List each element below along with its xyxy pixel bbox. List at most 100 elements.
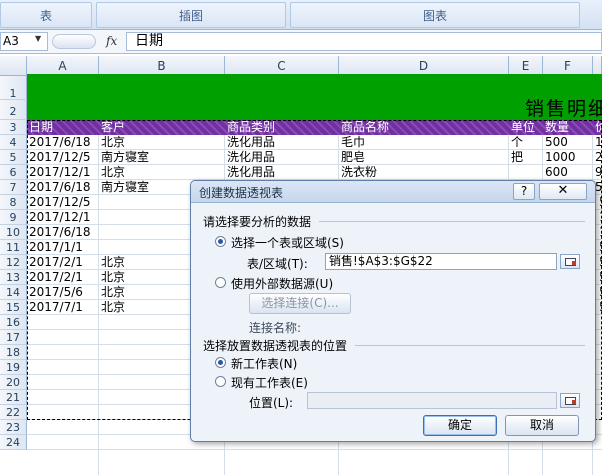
ribbon-group-charts[interactable]: 图表 [290, 2, 580, 28]
cell[interactable]: 毛巾 [339, 135, 509, 150]
column-header-c[interactable]: C [225, 56, 339, 76]
column-header-g[interactable] [593, 56, 602, 76]
row-header[interactable]: 13 [0, 270, 27, 285]
row-header[interactable]: 7 [0, 180, 27, 195]
ribbon-group-tables[interactable]: 表 [0, 2, 92, 28]
label-select-table[interactable]: 选择一个表或区域(S) [231, 234, 344, 251]
cell[interactable]: 1000 [543, 150, 593, 165]
cell[interactable]: 2017/2/1 [27, 270, 99, 285]
cell[interactable]: 个 [509, 135, 543, 150]
column-header-a[interactable]: A [27, 56, 99, 76]
radio-select-table[interactable] [215, 236, 226, 247]
ok-button[interactable]: 确定 [423, 415, 497, 436]
header-cell-customer[interactable]: 客户 [99, 120, 125, 135]
cell[interactable]: 2017/6/18 [27, 135, 99, 150]
row-header[interactable]: 14 [0, 285, 27, 300]
cell[interactable]: 500 [543, 135, 593, 150]
header-cell-quantity[interactable]: 数量 [543, 120, 569, 135]
insert-function-icon[interactable]: fx [106, 34, 117, 48]
cell[interactable]: 600 [543, 165, 593, 180]
cell[interactable]: 1 [597, 210, 602, 225]
cell[interactable]: 5 [597, 300, 602, 315]
location-input[interactable] [307, 392, 557, 409]
cell[interactable]: 2017/5/6 [27, 285, 99, 300]
row-header[interactable]: 19 [0, 360, 27, 375]
header-cell-date[interactable]: 日期 [27, 120, 53, 135]
table-range-input[interactable]: 销售!$A$3:$G$22 [325, 253, 557, 270]
row-header[interactable]: 2 [0, 100, 27, 120]
cell[interactable]: 北京 [99, 300, 189, 315]
cell[interactable]: 2 [593, 150, 602, 165]
column-header-d[interactable]: D [339, 56, 509, 76]
cell[interactable]: 洗化用品 [225, 135, 339, 150]
header-cell-price[interactable]: 价 [593, 120, 602, 135]
formula-bar-resize-handle[interactable] [52, 34, 96, 49]
header-cell-product[interactable]: 商品名称 [339, 120, 389, 135]
cell[interactable]: 洗化用品 [225, 165, 339, 180]
header-cell-unit[interactable]: 单位 [509, 120, 535, 135]
dialog-titlebar[interactable]: 创建数据透视表 ? ✕ [191, 181, 595, 203]
row-header[interactable]: 22 [0, 405, 27, 420]
row-header[interactable]: 6 [0, 165, 27, 180]
cell[interactable]: 洗衣粉 [339, 165, 509, 180]
cell[interactable]: 5 [597, 270, 602, 285]
row-header[interactable]: 17 [0, 330, 27, 345]
cancel-button[interactable]: 取消 [505, 415, 579, 436]
title-band[interactable] [27, 74, 602, 120]
label-existing-sheet[interactable]: 现有工作表(E) [231, 374, 308, 391]
ribbon-group-illustrations[interactable]: 插图 [96, 2, 286, 28]
chevron-down-icon[interactable]: ▼ [35, 34, 41, 43]
cell[interactable]: 2017/12/5 [27, 195, 99, 210]
row-header[interactable]: 1 [0, 76, 27, 100]
cell[interactable]: 5 [597, 240, 602, 255]
cell[interactable]: 5 [597, 195, 602, 210]
cell[interactable]: 北京 [99, 255, 189, 270]
cell[interactable]: 2017/1/1 [27, 240, 99, 255]
cell[interactable]: 北京 [99, 285, 189, 300]
cell[interactable]: 2017/6/18 [27, 225, 99, 240]
row-header[interactable]: 21 [0, 390, 27, 405]
cell[interactable]: 2017/12/5 [27, 150, 99, 165]
label-external-source[interactable]: 使用外部数据源(U) [231, 275, 333, 292]
column-header-b[interactable]: B [99, 56, 225, 76]
row-header[interactable]: 11 [0, 240, 27, 255]
header-cell-category[interactable]: 商品类别 [225, 120, 275, 135]
row-header[interactable]: 24 [0, 435, 27, 450]
cell[interactable]: 北京 [99, 135, 225, 150]
cell[interactable]: 南方寝室 [99, 150, 225, 165]
cell[interactable]: 2017/12/1 [27, 165, 99, 180]
column-header-e[interactable]: E [509, 56, 543, 76]
row-header[interactable]: 16 [0, 315, 27, 330]
row-header[interactable]: 4 [0, 135, 27, 150]
cell[interactable]: 把 [509, 150, 543, 165]
radio-existing-sheet[interactable] [215, 376, 226, 387]
location-picker-icon[interactable] [560, 393, 580, 408]
cell[interactable]: 1 [597, 225, 602, 240]
row-header[interactable]: 23 [0, 420, 27, 435]
cell[interactable]: 洗化用品 [225, 150, 339, 165]
radio-new-sheet[interactable] [215, 357, 226, 368]
row-header[interactable]: 9 [0, 210, 27, 225]
cell[interactable]: 5 [597, 285, 602, 300]
help-icon[interactable]: ? [513, 183, 535, 200]
row-header[interactable]: 15 [0, 300, 27, 315]
row-header[interactable]: 5 [0, 150, 27, 165]
formula-input[interactable]: 日期 [126, 32, 602, 51]
choose-connection-button[interactable]: 选择连接(C)... [249, 293, 351, 314]
cell[interactable]: 2017/12/1 [27, 210, 99, 225]
row-header[interactable]: 10 [0, 225, 27, 240]
range-picker-icon[interactable] [560, 254, 580, 269]
cell[interactable]: 南方寝室 [99, 180, 191, 195]
row-header[interactable]: 12 [0, 255, 27, 270]
radio-external-source[interactable] [215, 277, 226, 288]
cell[interactable]: 1 [593, 135, 602, 150]
row-header[interactable]: 8 [0, 195, 27, 210]
cell[interactable]: 9 [593, 165, 602, 180]
cell[interactable]: 北京 [99, 165, 225, 180]
cell[interactable]: 5 [597, 255, 602, 270]
cell[interactable]: 北京 [99, 270, 189, 285]
close-icon[interactable]: ✕ [539, 183, 587, 200]
cell[interactable]: 2017/2/1 [27, 255, 99, 270]
select-all-corner[interactable] [0, 56, 27, 76]
cell[interactable]: 2017/6/18 [27, 180, 99, 195]
